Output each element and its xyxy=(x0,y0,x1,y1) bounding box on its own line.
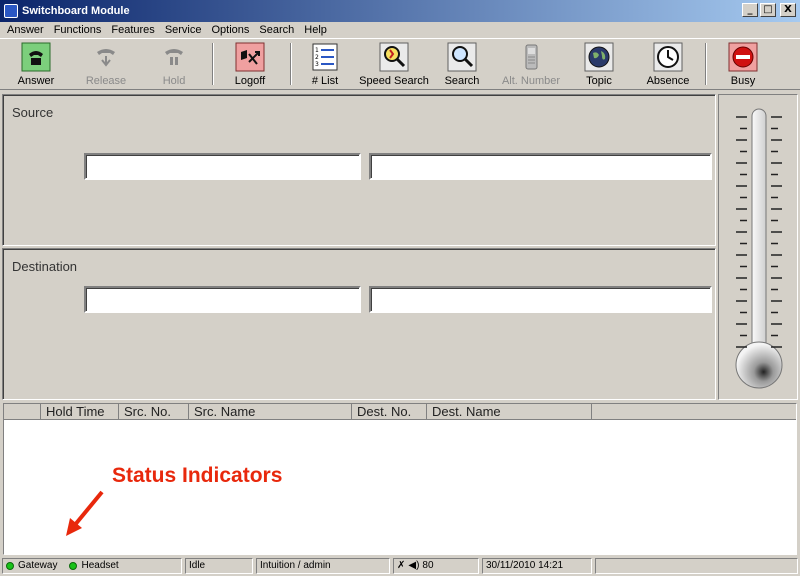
speed-search-icon xyxy=(379,42,409,72)
menu-functions[interactable]: Functions xyxy=(49,24,107,36)
answer-button[interactable]: Answer xyxy=(1,41,71,87)
clock-icon xyxy=(653,42,683,72)
source-panel: Source xyxy=(2,94,716,246)
column-header-src-no[interactable]: Src. No. xyxy=(119,404,189,420)
toolbar-separator xyxy=(705,43,707,85)
column-header-src-name[interactable]: Src. Name xyxy=(189,404,352,420)
status-indicators-annotation: Status Indicators xyxy=(112,464,283,487)
destination-name-field[interactable] xyxy=(369,286,712,313)
source-number-field[interactable] xyxy=(84,153,361,180)
annotation-arrow-icon xyxy=(66,490,104,536)
maximize-button[interactable]: □ xyxy=(760,3,776,17)
title-bar: Switchboard Module _ □ X xyxy=(0,0,800,22)
status-indicators: Gateway Headset xyxy=(2,558,182,574)
menu-help[interactable]: Help xyxy=(299,24,332,36)
hold-button[interactable]: Hold xyxy=(139,41,209,87)
thermometer-panel xyxy=(718,94,798,400)
app-icon xyxy=(4,4,18,18)
speed-search-button[interactable]: Speed Search xyxy=(359,41,429,87)
volume-value: 80 xyxy=(422,560,434,571)
gateway-led-icon xyxy=(6,562,14,570)
source-title: Source xyxy=(12,105,54,120)
alt-number-button[interactable]: Alt. Number xyxy=(496,41,566,87)
menu-service[interactable]: Service xyxy=(160,24,207,36)
destination-number-field[interactable] xyxy=(84,286,361,313)
menu-options[interactable]: Options xyxy=(207,24,255,36)
column-header-dest-no[interactable]: Dest. No. xyxy=(352,404,427,420)
phone-answer-icon xyxy=(21,42,51,72)
logoff-icon xyxy=(235,42,265,72)
thermometer-gauge xyxy=(735,108,783,389)
status-user: Intuition / admin xyxy=(256,558,390,574)
column-header-hold-time[interactable]: Hold Time xyxy=(41,404,119,420)
column-header-dest-name[interactable]: Dest. Name xyxy=(427,404,592,420)
destination-panel: Destination xyxy=(2,248,716,400)
logoff-button[interactable]: Logoff xyxy=(215,41,285,87)
gateway-label: Gateway xyxy=(18,560,58,571)
menu-search[interactable]: Search xyxy=(254,24,299,36)
headset-led-icon xyxy=(69,562,78,570)
list-button[interactable]: 123 # List xyxy=(290,41,360,87)
window-title: Switchboard Module xyxy=(22,5,130,17)
destination-title: Destination xyxy=(12,259,78,274)
status-state: Idle xyxy=(185,558,253,574)
list-header: Hold Time Src. No. Src. Name Dest. No. D… xyxy=(4,404,796,420)
headset-label: Headset xyxy=(81,560,119,571)
topic-button[interactable]: Topic xyxy=(564,41,634,87)
search-icon xyxy=(447,42,477,72)
menu-bar: Answer Functions Features Service Option… xyxy=(0,22,800,38)
mute-icon: ✗ xyxy=(397,560,406,571)
minimize-button[interactable]: _ xyxy=(742,3,758,17)
mobile-phone-icon xyxy=(516,42,546,72)
busy-stop-icon xyxy=(728,42,758,72)
toolbar-separator xyxy=(212,43,214,85)
menu-answer[interactable]: Answer xyxy=(2,24,49,36)
busy-button[interactable]: Busy xyxy=(708,41,778,87)
svg-text:2: 2 xyxy=(315,54,319,61)
svg-text:3: 3 xyxy=(315,61,319,68)
phone-hold-icon xyxy=(159,42,189,72)
absence-button[interactable]: Absence xyxy=(633,41,703,87)
numbered-list-icon: 123 xyxy=(310,42,340,72)
status-volume: ✗ ◀) 80 xyxy=(393,558,479,574)
column-header-blank xyxy=(4,404,41,420)
menu-features[interactable]: Features xyxy=(106,24,159,36)
status-bar: Gateway Headset Idle Intuition / admin ✗… xyxy=(0,557,800,576)
svg-text:1: 1 xyxy=(315,47,319,54)
search-button[interactable]: Search xyxy=(427,41,497,87)
source-name-field[interactable] xyxy=(369,153,712,180)
close-button[interactable]: X xyxy=(780,3,796,17)
toolbar: Answer Release Hold Logoff 123 # List Sp… xyxy=(0,38,800,90)
phone-release-icon xyxy=(91,42,121,72)
globe-icon xyxy=(584,42,614,72)
status-datetime: 30/11/2010 14:21 xyxy=(482,558,592,574)
status-empty xyxy=(595,558,798,574)
release-button[interactable]: Release xyxy=(71,41,141,87)
speaker-icon: ◀) xyxy=(408,560,420,571)
